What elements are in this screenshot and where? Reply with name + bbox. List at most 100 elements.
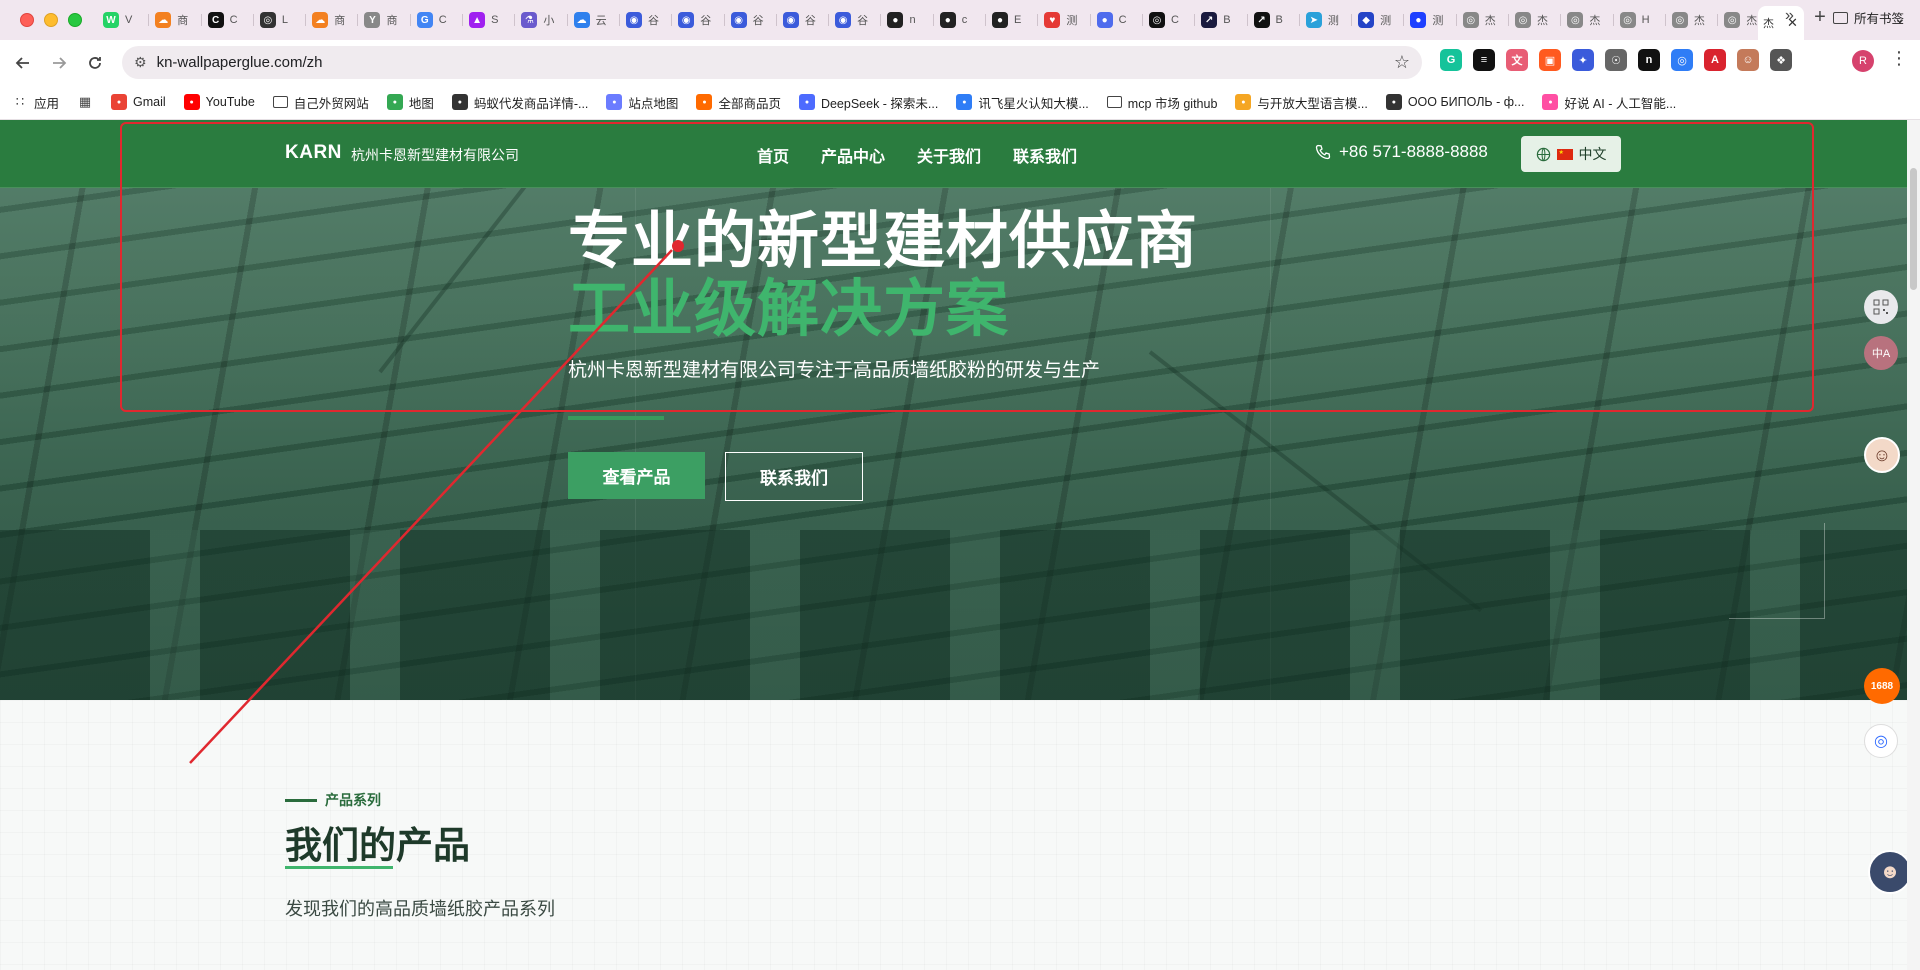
translate-icon: 中A (1871, 348, 1891, 360)
tab[interactable]: ◎ H (1615, 5, 1667, 35)
bookmark-item[interactable]: ● YouTube (183, 94, 255, 110)
bookmark-item[interactable]: ● 与开放大型语言模... (1235, 93, 1368, 112)
avatar-face-icon: ☺ (1872, 444, 1892, 465)
tab-active[interactable]: 杰 ✕ (1758, 6, 1804, 40)
tab[interactable]: ◎ C (1144, 5, 1196, 35)
bookmark-star-icon[interactable]: ☆ (1394, 52, 1410, 73)
tab[interactable]: ▲ S (464, 5, 516, 35)
tab[interactable]: ● 测 (1405, 5, 1458, 35)
bookmarks-overflow-icon[interactable]: » (1785, 7, 1794, 25)
browser-menu-icon[interactable]: ⋮ (1890, 48, 1908, 69)
tab[interactable]: WV (98, 5, 150, 35)
tab-title: C (1118, 14, 1127, 26)
tab[interactable]: ◉ 谷 (621, 5, 673, 35)
alibaba-1688-widget[interactable]: 1688 (1864, 668, 1900, 704)
avatar-ext-icon[interactable]: ☺ (1737, 49, 1759, 71)
tab[interactable]: ◉ 谷 (830, 5, 882, 35)
site-info-icon[interactable]: ⚙ (134, 54, 147, 71)
puzzle-icon[interactable]: ❖ (1770, 49, 1792, 71)
bookmark-label: YouTube (205, 95, 255, 109)
nav-contact[interactable]: 联系我们 (1013, 143, 1077, 167)
tab[interactable]: ↗ B (1196, 5, 1248, 35)
site-logo[interactable]: KARN (285, 142, 342, 164)
ext-blue-icon[interactable]: ✦ (1572, 49, 1594, 71)
tab[interactable]: ◉ 谷 (726, 5, 778, 35)
tab[interactable]: ➤ 测 (1301, 5, 1353, 35)
tab[interactable]: ● E (987, 5, 1039, 35)
tab[interactable]: ♥ 测 (1039, 5, 1091, 35)
chat-widget[interactable]: ◎ (1864, 724, 1898, 758)
profile-avatar[interactable]: R (1852, 50, 1874, 72)
robot-icon[interactable]: ☉ (1605, 49, 1627, 71)
address-bar[interactable]: ⚙ kn-wallpaperglue.com/zh ☆ (122, 46, 1422, 79)
tab[interactable]: ◎ 杰 (1510, 5, 1562, 35)
view-products-button[interactable]: 查看产品 (568, 452, 705, 499)
translate-icon[interactable]: 文 (1506, 49, 1528, 71)
tab-title: 商 (334, 15, 346, 27)
bookmark-item[interactable]: ∷ 应用 (12, 93, 59, 112)
reload-button[interactable] (82, 50, 108, 76)
tab[interactable]: ◆ 测 (1353, 5, 1405, 35)
tab-favicon: ◉ (835, 12, 852, 28)
bookmark-item[interactable]: ● ООО БИПОЛЬ - ф... (1385, 94, 1524, 110)
zoom-window-button[interactable] (68, 13, 82, 27)
ext-orange-icon[interactable]: ▣ (1539, 49, 1561, 71)
tab[interactable]: ● n (882, 5, 935, 35)
bookmark-item[interactable]: ● 站点地图 (606, 93, 678, 112)
tab-favicon: ● (1410, 12, 1427, 28)
url-text[interactable]: kn-wallpaperglue.com/zh (157, 54, 323, 71)
bookmark-item[interactable]: ● Gmail (111, 94, 166, 110)
tab[interactable]: ◎ L (255, 5, 307, 35)
nav-home[interactable]: 首页 (757, 143, 789, 167)
bookmark-item[interactable]: ● 全部商品页 (696, 93, 781, 112)
tab[interactable]: ⚗ 小 (516, 5, 568, 35)
nav-about[interactable]: 关于我们 (917, 143, 981, 167)
bookmark-item[interactable]: ● 地图 (386, 93, 434, 112)
minimize-window-button[interactable] (44, 13, 58, 27)
close-window-button[interactable] (20, 13, 34, 27)
bookmark-item[interactable]: ● 好说 AI - 人工智能... (1542, 93, 1676, 112)
tab[interactable]: ◎ 杰 (1458, 5, 1510, 35)
scrollbar-thumb[interactable] (1910, 168, 1917, 290)
all-bookmarks-button[interactable]: 所有书签 (1833, 8, 1904, 27)
spark-icon: ● (956, 94, 973, 110)
tab[interactable]: ● C (1092, 5, 1144, 35)
bookmark-item[interactable]: ● DeepSeek - 探索未... (798, 93, 938, 112)
tab[interactable]: ◉ 谷 (778, 5, 830, 35)
bookmark-item[interactable]: ● 蚂蚁代发商品详情-... (451, 93, 588, 112)
tab[interactable]: ◉ 谷 (673, 5, 725, 35)
layers-icon[interactable]: ≡ (1473, 49, 1495, 71)
ext-blue2-icon[interactable]: ◎ (1671, 49, 1693, 71)
forward-button[interactable] (46, 50, 72, 76)
qr-code-widget[interactable] (1864, 290, 1898, 324)
grammarly-icon[interactable]: G (1440, 49, 1462, 71)
translate-widget[interactable]: 中A (1864, 336, 1898, 370)
tab[interactable]: CC (203, 5, 255, 35)
bookmark-item[interactable]: ▦ (77, 94, 93, 110)
phone-contact[interactable]: +86 571-8888-8888 (1315, 142, 1488, 162)
back-arrow-icon (15, 56, 29, 69)
assistant-avatar[interactable]: ☺ (1864, 437, 1900, 473)
acrobat-icon[interactable]: A (1704, 49, 1726, 71)
nav-products[interactable]: 产品中心 (821, 143, 885, 167)
tab[interactable]: ↗ B (1249, 5, 1301, 35)
contact-us-button[interactable]: 联系我们 (725, 452, 863, 501)
ai-assistant-avatar[interactable]: ☻ (1868, 850, 1912, 894)
tab-title: 云 (595, 15, 607, 27)
tab[interactable]: GC (412, 5, 464, 35)
tab[interactable]: Y商 (359, 5, 412, 35)
bookmark-item[interactable]: ● 讯飞星火认知大模... (956, 93, 1089, 112)
tab-favicon: ☁ (155, 12, 172, 28)
new-tab-button[interactable]: + (1805, 6, 1835, 29)
bookmark-item[interactable]: 自己外贸网站 (272, 93, 369, 112)
tab[interactable]: ☁ 云 (569, 5, 621, 35)
bookmark-item[interactable]: mcp 市场 github (1106, 93, 1217, 112)
tab[interactable]: ◎ 杰 (1667, 5, 1719, 35)
tab[interactable]: ◎ 杰 (1562, 5, 1614, 35)
tab[interactable]: ● c (935, 5, 987, 35)
language-switcher[interactable]: ★ 中文 (1521, 136, 1621, 172)
tab[interactable]: ☁ 商 (307, 5, 359, 35)
ext-black-icon[interactable]: n (1638, 49, 1660, 71)
back-button[interactable] (10, 50, 36, 76)
tab[interactable]: ☁ 商 (150, 5, 202, 35)
